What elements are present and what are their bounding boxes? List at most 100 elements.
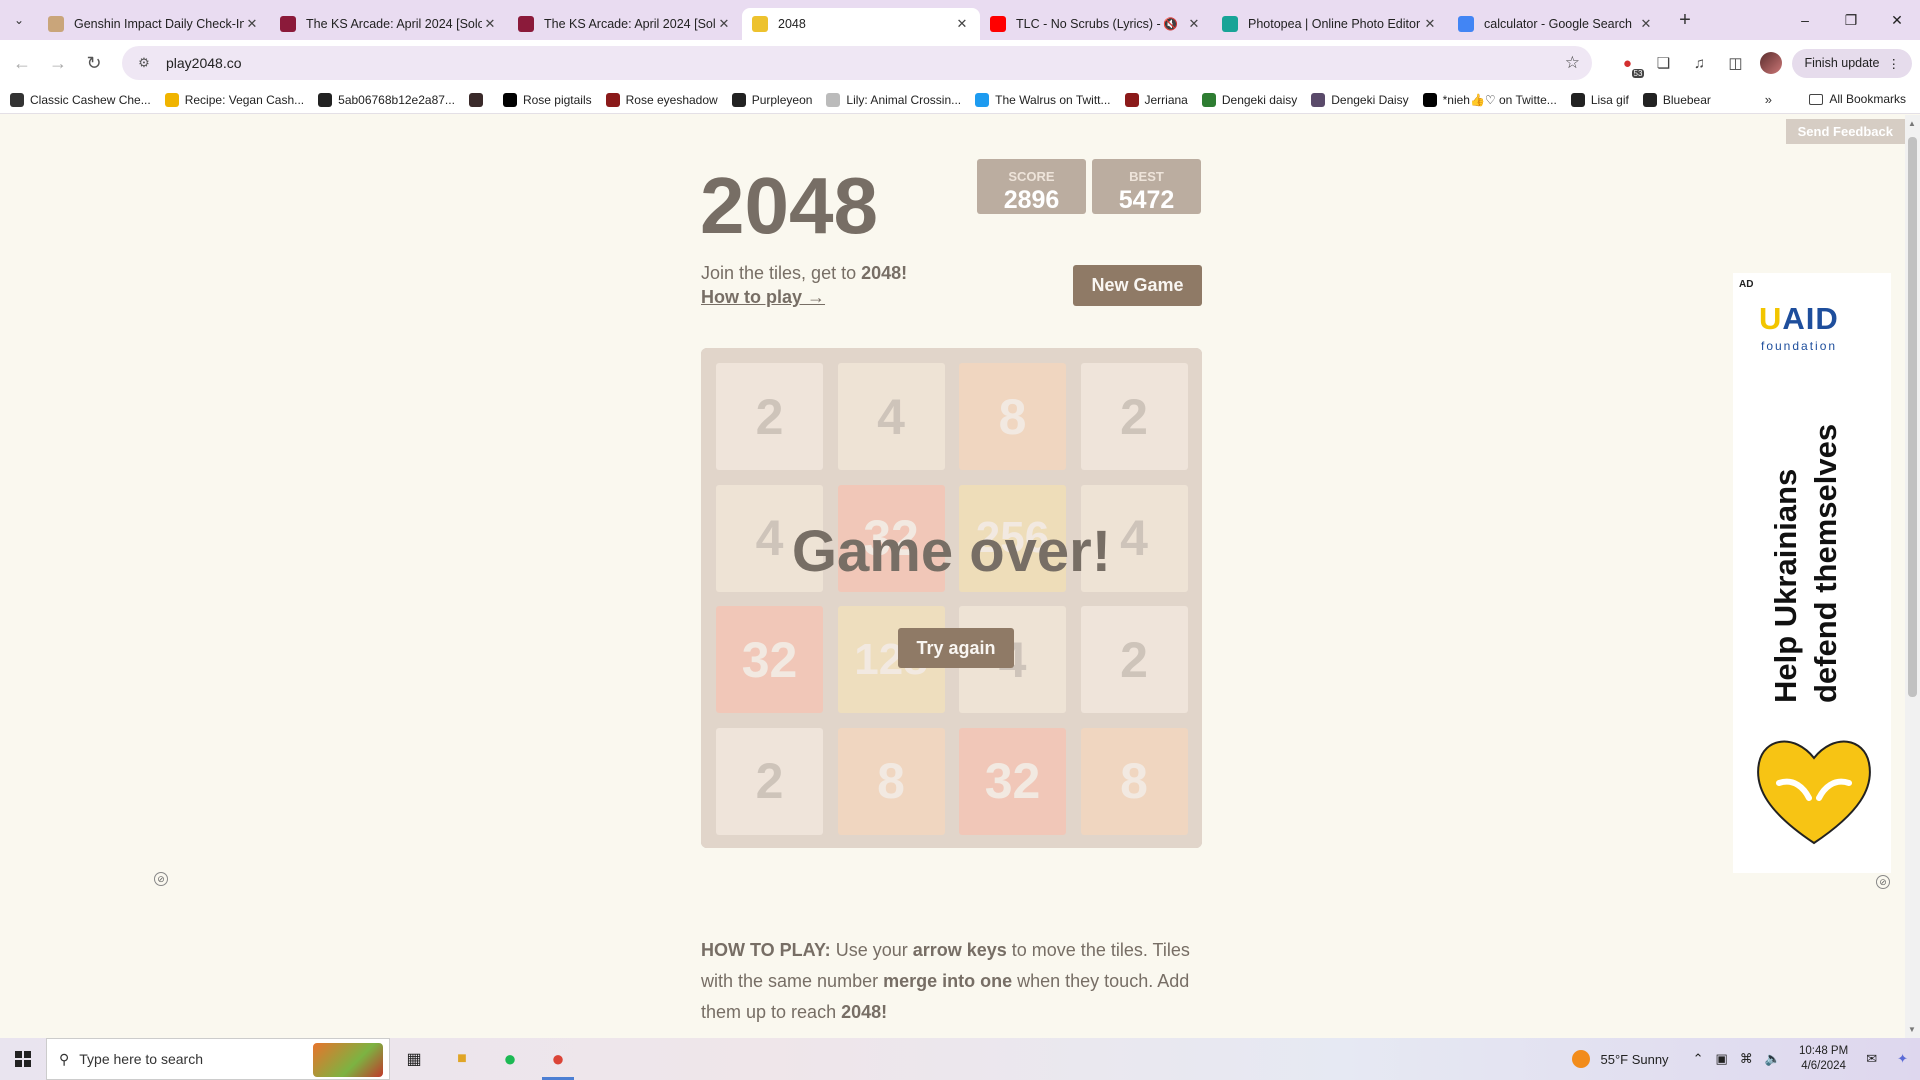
close-window-icon[interactable]: ✕: [1874, 0, 1920, 40]
bookmark-item[interactable]: Bluebear: [1642, 92, 1711, 107]
browser-tab[interactable]: 2048 ✕: [742, 8, 980, 40]
bookmark-label: Purpleyeon: [751, 92, 813, 107]
close-tab-icon[interactable]: ✕: [716, 16, 732, 32]
address-bar[interactable]: ⚙ play2048.co ☆: [122, 46, 1592, 80]
browser-tab[interactable]: TLC - No Scrubs (Lyrics) - Yo 🔇 ✕: [980, 8, 1212, 40]
folder-icon: [1809, 93, 1824, 105]
profile-avatar[interactable]: [1756, 48, 1786, 78]
extensions-puzzle-icon[interactable]: ❏: [1648, 48, 1678, 78]
finish-update-button[interactable]: Finish update ⋮: [1792, 48, 1912, 78]
network-icon[interactable]: ⌘: [1740, 1051, 1753, 1067]
tab-favicon-icon: [752, 16, 768, 32]
game-over-message: Game over!: [791, 519, 1112, 584]
bookmark-item[interactable]: Classic Cashew Che...: [10, 92, 151, 107]
scroll-down-icon[interactable]: ▼: [1908, 1025, 1916, 1034]
back-icon[interactable]: ←: [4, 53, 40, 74]
bookmark-item[interactable]: [468, 92, 489, 107]
notifications-icon[interactable]: ✉: [1866, 1051, 1877, 1067]
scrollbar-thumb[interactable]: [1908, 137, 1917, 697]
tab-title: calculator - Google Search: [1484, 17, 1632, 31]
minimize-icon[interactable]: –: [1782, 0, 1828, 40]
close-tab-icon[interactable]: ✕: [1638, 16, 1654, 32]
show-hidden-icons-icon[interactable]: ⌃: [1693, 1051, 1704, 1067]
bookmark-item[interactable]: *nieh👍♡ on Twitte...: [1422, 92, 1557, 107]
close-tab-icon[interactable]: ✕: [954, 16, 970, 32]
tab-audio-icon[interactable]: 🔇: [1163, 17, 1178, 31]
tab-title: The KS Arcade: April 2024 [Solo: [544, 17, 716, 31]
start-button[interactable]: [0, 1038, 46, 1080]
close-tab-icon[interactable]: ✕: [1186, 16, 1202, 32]
spotify-icon[interactable]: ●: [486, 1038, 534, 1080]
new-game-button[interactable]: New Game: [1073, 265, 1202, 306]
bookmark-favicon-icon: [468, 92, 483, 107]
chrome-icon[interactable]: ●: [534, 1038, 582, 1080]
browser-tab[interactable]: Photopea | Online Photo Editor ✕: [1212, 8, 1448, 40]
all-bookmarks-button[interactable]: All Bookmarks: [1809, 92, 1906, 106]
bookmark-label: Rose pigtails: [522, 92, 592, 107]
bookmark-label: 5ab06768b12e2a87...: [338, 92, 455, 107]
bookmark-item[interactable]: Lisa gif: [1570, 92, 1629, 107]
new-tab-button[interactable]: +: [1670, 9, 1700, 32]
restore-icon[interactable]: ❐: [1828, 0, 1874, 40]
browser-tab[interactable]: Genshin Impact Daily Check-In ✕: [38, 8, 270, 40]
browser-tab[interactable]: calculator - Google Search ✕: [1448, 8, 1664, 40]
copilot-icon[interactable]: ✦: [1897, 1051, 1908, 1067]
close-tab-icon[interactable]: ✕: [482, 16, 498, 32]
page-scrollbar[interactable]: ▲ ▼: [1905, 115, 1920, 1038]
windows-taskbar: ⚲ Type here to search ▦ ■ ● ● 55°F Sunny…: [0, 1038, 1920, 1080]
site-settings-icon[interactable]: ⚙: [132, 55, 156, 71]
intro-text: Join the tiles, get to 2048!: [701, 263, 907, 284]
weather-text[interactable]: 55°F Sunny: [1600, 1052, 1668, 1067]
bookmark-item[interactable]: Dengeki daisy: [1201, 92, 1297, 107]
bookmark-favicon-icon: [605, 92, 620, 107]
browser-tab[interactable]: The KS Arcade: April 2024 [Solo ✕: [270, 8, 508, 40]
score-box: SCORE 2896: [977, 159, 1086, 214]
menu-kebab-icon: ⋮: [1887, 56, 1901, 71]
bookmark-favicon-icon: [1422, 92, 1437, 107]
close-tab-icon[interactable]: ✕: [1422, 16, 1438, 32]
bookmark-item[interactable]: The Walrus on Twitt...: [975, 92, 1111, 107]
bookmark-item[interactable]: Rose eyeshadow: [605, 92, 718, 107]
task-view-icon[interactable]: ▦: [390, 1038, 438, 1080]
scroll-up-icon[interactable]: ▲: [1908, 119, 1916, 128]
close-tab-icon[interactable]: ✕: [244, 16, 260, 32]
clock-date: 4/6/2024: [1801, 1060, 1846, 1072]
bookmark-star-icon[interactable]: ☆: [1565, 53, 1580, 73]
file-explorer-icon[interactable]: ■: [438, 1038, 486, 1080]
tab-search-chevron-icon[interactable]: ⌄: [0, 0, 38, 40]
clock[interactable]: 10:48 PM 4/6/2024: [1799, 1044, 1848, 1074]
ad-choices-icon[interactable]: ⊘: [1876, 875, 1890, 889]
media-controls-icon[interactable]: ♫: [1684, 48, 1714, 78]
bookmark-item[interactable]: Rose pigtails: [502, 92, 592, 107]
ad-banner[interactable]: AD UAID foundation Help Ukrainians defen…: [1733, 273, 1891, 873]
how-to-play-link[interactable]: How to play →: [701, 287, 825, 308]
reload-icon[interactable]: ↻: [76, 53, 112, 74]
url-text[interactable]: play2048.co: [166, 55, 242, 71]
bookmark-label: Dengeki Daisy: [1331, 92, 1409, 107]
bookmark-item[interactable]: Dengeki Daisy: [1311, 92, 1409, 107]
bookmark-item[interactable]: Recipe: Vegan Cash...: [164, 92, 304, 107]
bookmark-item[interactable]: 5ab06768b12e2a87...: [318, 92, 455, 107]
bookmark-item[interactable]: Purpleyeon: [731, 92, 813, 107]
taskbar-search-box[interactable]: ⚲ Type here to search: [46, 1038, 390, 1080]
try-again-button[interactable]: Try again: [898, 628, 1014, 668]
bookmark-item[interactable]: Jerriana: [1124, 92, 1188, 107]
side-panel-icon[interactable]: ◫: [1720, 48, 1750, 78]
volume-icon[interactable]: 🔈: [1765, 1051, 1781, 1067]
bookmark-label: Classic Cashew Che...: [30, 92, 151, 107]
search-highlight-image: [313, 1043, 383, 1077]
tab-title: Genshin Impact Daily Check-In: [74, 17, 244, 31]
game-board[interactable]: 24824322564321284228328 Game over! Try a…: [701, 348, 1202, 848]
game-over-overlay: Game over! Try again: [701, 348, 1202, 848]
meet-now-icon[interactable]: ▣: [1715, 1051, 1727, 1067]
bookmark-favicon-icon: [1311, 92, 1326, 107]
bookmark-item[interactable]: Lily: Animal Crossin...: [826, 92, 961, 107]
ad-choices-icon[interactable]: ⊘: [154, 872, 168, 886]
browser-tab[interactable]: The KS Arcade: April 2024 [Solo ✕: [508, 8, 742, 40]
extension-icon[interactable]: ● 53: [1612, 48, 1645, 78]
send-feedback-button[interactable]: Send Feedback: [1785, 119, 1905, 144]
page-content: Send Feedback 2048 SCORE 2896 BEST 5472 …: [0, 115, 1905, 1038]
forward-icon[interactable]: →: [40, 53, 76, 74]
best-value: 5472: [1118, 186, 1175, 214]
more-bookmarks-icon[interactable]: »: [1765, 92, 1772, 107]
